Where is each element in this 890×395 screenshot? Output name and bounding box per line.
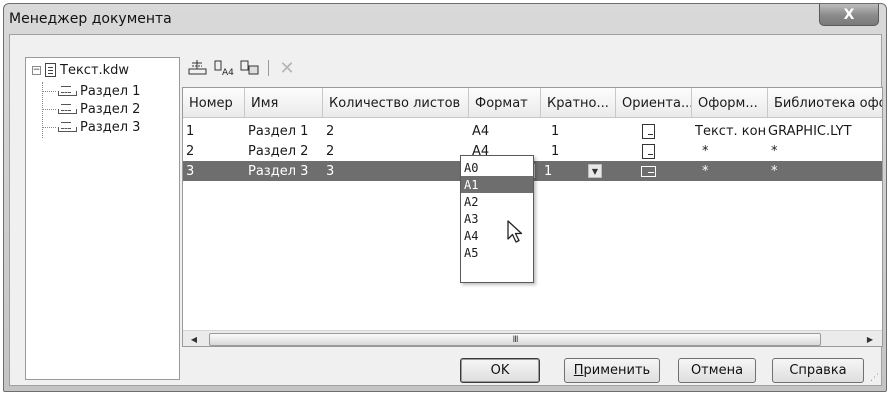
toolbar: A4 ✕ [188, 57, 297, 79]
apply-button-mnemonic: П [573, 363, 584, 378]
collapse-icon[interactable]: − [32, 65, 41, 75]
column-header-style[interactable]: Оформ... [692, 88, 768, 118]
tree-item-label: Текст.kdw [60, 62, 130, 78]
ok-button[interactable]: OK [460, 358, 540, 383]
cell-sheets: 3 [326, 163, 335, 179]
multiple-combobox[interactable]: 1 ▼ [541, 161, 616, 181]
tree-item-root[interactable]: − Текст.kdw [32, 61, 129, 79]
cell-orientation[interactable] [616, 161, 692, 181]
column-header-number[interactable]: Номер [183, 88, 245, 118]
toolbar-separator [268, 60, 269, 76]
sheet-section-icon [58, 121, 77, 133]
apply-button[interactable]: Применить [564, 358, 660, 383]
apply-button-label: рименить [583, 363, 651, 378]
tree-item-label: Раздел 1 [80, 83, 141, 99]
sheet-section-icon [58, 85, 77, 97]
tree-item-section-3[interactable]: Раздел 3 [58, 118, 140, 136]
cell-name: Раздел 3 [248, 163, 309, 179]
scroll-right-icon[interactable]: ▶ [863, 333, 877, 346]
tree-connector [42, 91, 56, 92]
cell-multiple-value: 1 [551, 143, 560, 159]
portrait-orientation-icon [642, 123, 655, 139]
help-button[interactable]: Справка [772, 358, 864, 383]
horizontal-scrollbar[interactable]: ◀ III ▶ [183, 330, 882, 346]
cell-name: Раздел 2 [248, 143, 309, 159]
document-manager-window: Менеджер документа X − Текст.kdw Раздел … [3, 3, 887, 392]
tree-item-section-1[interactable]: Раздел 1 [58, 82, 140, 100]
cell-sheets: 2 [326, 123, 335, 139]
dialog-client-area: − Текст.kdw Раздел 1 Раздел 2 Раздел 3 A… [9, 34, 883, 386]
add-section-icon[interactable] [188, 59, 208, 77]
close-icon: X [843, 6, 855, 23]
cell-format: A4 [472, 123, 490, 139]
document-tree[interactable]: − Текст.kdw Раздел 1 Раздел 2 Раздел 3 [25, 57, 180, 380]
scroll-left-icon[interactable]: ◀ [187, 333, 201, 346]
tree-connector [42, 109, 56, 110]
format-option[interactable]: A5 [461, 244, 533, 261]
cell-style: * [702, 143, 709, 159]
column-header-library[interactable]: Библиотека оформ [768, 88, 882, 118]
column-header-sheets[interactable]: Количество листов [323, 88, 469, 118]
cell-orientation [616, 121, 692, 141]
window-title: Менеджер документа [9, 11, 172, 27]
cell-number: 1 [186, 123, 195, 139]
column-header-name[interactable]: Имя [245, 88, 323, 118]
sheet-properties-icon[interactable] [240, 59, 260, 77]
format-option[interactable]: A2 [461, 193, 533, 210]
format-a4-icon[interactable]: A4 [214, 59, 234, 77]
cell-library: * [771, 163, 778, 179]
resize-grip-icon[interactable]: ⋰ [869, 373, 879, 383]
cell-sheets: 2 [326, 143, 335, 159]
close-button[interactable]: X [819, 4, 879, 26]
cell-number: 3 [186, 163, 195, 179]
grip-icon: III [512, 334, 519, 345]
tree-item-label: Раздел 3 [80, 119, 141, 135]
cell-library: * [771, 143, 778, 159]
cell-multiple-value: 1 [551, 123, 560, 139]
tree-item-label: Раздел 2 [80, 101, 141, 117]
format-option[interactable]: A0 [461, 159, 533, 176]
scrollbar-thumb[interactable]: III [209, 333, 821, 346]
table-row[interactable]: 1 Раздел 1 2 A4 1 Текст. кон GRAPHIC.LYT [183, 121, 882, 141]
portrait-orientation-icon [642, 143, 655, 159]
mouse-pointer-icon [507, 220, 523, 243]
landscape-orientation-icon [641, 165, 656, 177]
cell-library: GRAPHIC.LYT [768, 123, 852, 139]
sheet-section-icon [58, 103, 77, 115]
title-bar[interactable]: Менеджер документа X [4, 4, 886, 34]
column-header-orientation[interactable]: Ориента... [616, 88, 692, 118]
tree-connector [42, 127, 56, 128]
column-header-format[interactable]: Формат [469, 88, 541, 118]
cell-style: * [702, 163, 709, 179]
document-icon [45, 63, 56, 77]
delete-icon: ✕ [279, 57, 295, 79]
format-dropdown-list[interactable]: A0 A1 A2 A3 A4 A5 [460, 155, 534, 283]
table-header: Номер Имя Количество листов Формат Кратн… [183, 88, 882, 118]
svg-text:A4: A4 [222, 68, 234, 76]
cancel-button[interactable]: Отмена [678, 358, 756, 383]
tree-item-section-2[interactable]: Раздел 2 [58, 100, 140, 118]
cell-style: Текст. кон [695, 123, 767, 139]
multiple-combobox-value: 1 [544, 163, 553, 179]
cell-multiple: 1 [541, 121, 616, 141]
cell-number: 2 [186, 143, 195, 159]
cell-name: Раздел 1 [248, 123, 309, 139]
format-option-highlighted[interactable]: A1 [461, 176, 533, 193]
cell-orientation [616, 141, 692, 161]
column-header-multiple[interactable]: Кратно... [541, 88, 616, 118]
cell-multiple: 1 [541, 141, 616, 161]
chevron-down-icon[interactable]: ▼ [588, 164, 602, 178]
